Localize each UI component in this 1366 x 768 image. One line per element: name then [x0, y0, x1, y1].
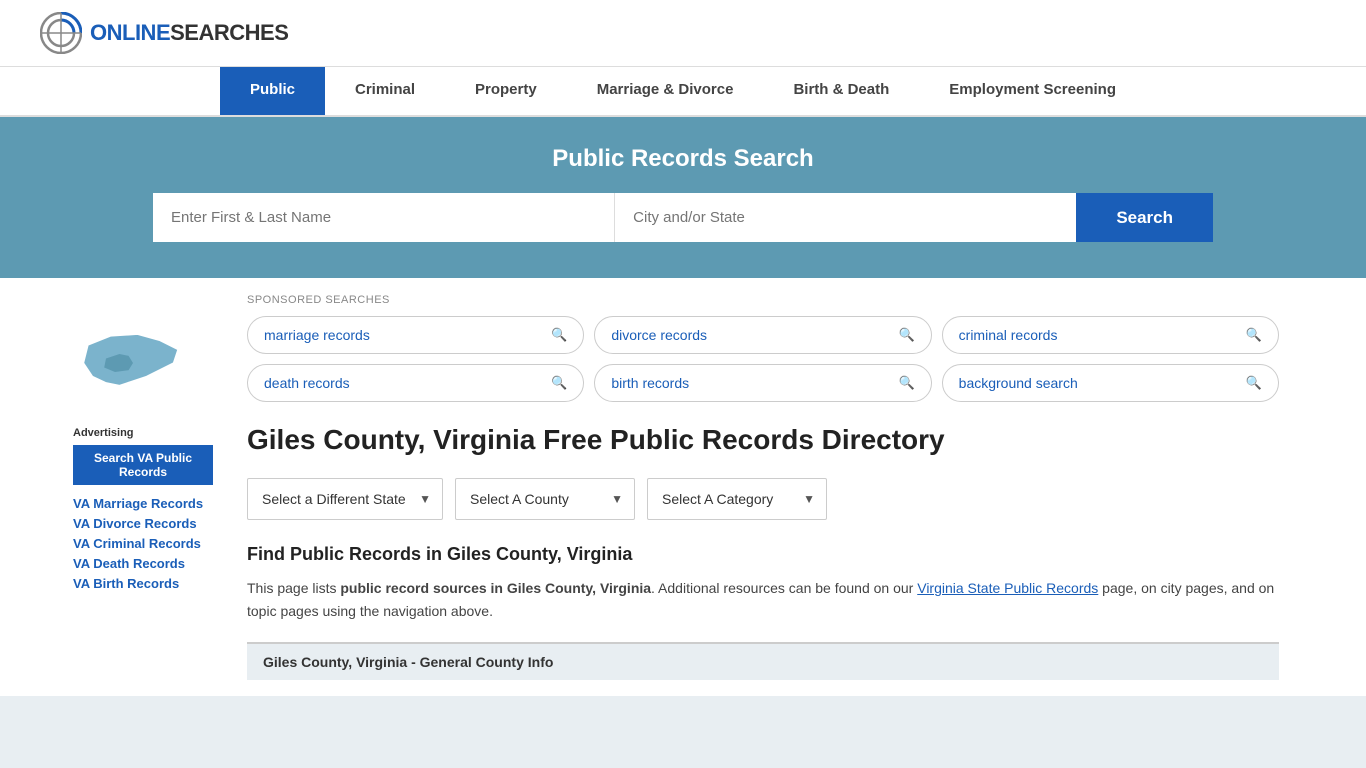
pill-background[interactable]: background search 🔍 — [942, 364, 1279, 402]
pills-grid: marriage records 🔍 divorce records 🔍 cri… — [247, 316, 1279, 402]
list-item: VA Death Records — [73, 555, 213, 571]
county-info-bar: Giles County, Virginia - General County … — [247, 642, 1279, 680]
nav-employment[interactable]: Employment Screening — [919, 67, 1146, 115]
page-heading: Giles County, Virginia Free Public Recor… — [247, 422, 1279, 458]
find-records-title: Find Public Records in Giles County, Vir… — [247, 544, 1279, 565]
pill-marriage[interactable]: marriage records 🔍 — [247, 316, 584, 354]
site-header: ONLINESEARCHES — [0, 0, 1366, 67]
ad-button[interactable]: Search VA Public Records — [73, 445, 213, 485]
hero-section: Public Records Search Search — [0, 117, 1366, 278]
pill-text: birth records — [611, 375, 689, 391]
county-dropdown[interactable]: Select A County — [455, 478, 635, 520]
advertising-label: Advertising — [73, 427, 213, 439]
pill-text: death records — [264, 375, 350, 391]
list-item: VA Criminal Records — [73, 535, 213, 551]
va-divorce-link[interactable]: VA Divorce Records — [73, 516, 197, 531]
nav-public[interactable]: Public — [220, 67, 325, 115]
pill-divorce[interactable]: divorce records 🔍 — [594, 316, 931, 354]
state-dropdown-wrapper: Select a Different State ▼ — [247, 478, 443, 520]
text-bold: public record sources in Giles County, V… — [340, 580, 651, 596]
virginia-records-link[interactable]: Virginia State Public Records — [917, 580, 1098, 596]
state-map — [73, 318, 213, 411]
logo-text: ONLINESEARCHES — [90, 20, 288, 46]
va-birth-link[interactable]: VA Birth Records — [73, 576, 179, 591]
category-dropdown-wrapper: Select A Category ▼ — [647, 478, 827, 520]
pill-text: divorce records — [611, 327, 707, 343]
search-icon: 🔍 — [898, 375, 914, 391]
filter-dropdowns: Select a Different State ▼ Select A Coun… — [247, 478, 1279, 520]
search-icon: 🔍 — [551, 375, 567, 391]
virginia-map — [73, 318, 193, 408]
list-item: VA Birth Records — [73, 575, 213, 591]
main-nav: Public Criminal Property Marriage & Divo… — [0, 67, 1366, 117]
search-icon: 🔍 — [551, 327, 567, 343]
nav-birth-death[interactable]: Birth & Death — [763, 67, 919, 115]
find-records-text: This page lists public record sources in… — [247, 577, 1279, 622]
search-button[interactable]: Search — [1076, 193, 1213, 242]
county-info-title: Giles County, Virginia - General County … — [263, 654, 1263, 670]
list-item: VA Marriage Records — [73, 495, 213, 511]
pill-death[interactable]: death records 🔍 — [247, 364, 584, 402]
category-dropdown[interactable]: Select A Category — [647, 478, 827, 520]
pill-text: background search — [959, 375, 1078, 391]
nav-property[interactable]: Property — [445, 67, 567, 115]
list-item: VA Divorce Records — [73, 515, 213, 531]
nav-criminal[interactable]: Criminal — [325, 67, 445, 115]
search-icon: 🔍 — [1246, 375, 1262, 391]
location-input[interactable] — [615, 193, 1076, 242]
sponsored-section: SPONSORED SEARCHES marriage records 🔍 di… — [247, 294, 1279, 402]
sponsored-label: SPONSORED SEARCHES — [247, 294, 1279, 306]
state-dropdown[interactable]: Select a Different State — [247, 478, 443, 520]
va-criminal-link[interactable]: VA Criminal Records — [73, 536, 201, 551]
text-part1: This page lists — [247, 580, 340, 596]
county-dropdown-wrapper: Select A County ▼ — [455, 478, 635, 520]
pill-birth[interactable]: birth records 🔍 — [594, 364, 931, 402]
search-bar: Search — [153, 193, 1213, 242]
pill-text: marriage records — [264, 327, 370, 343]
logo-icon — [40, 12, 82, 54]
pill-text: criminal records — [959, 327, 1058, 343]
va-marriage-link[interactable]: VA Marriage Records — [73, 496, 203, 511]
logo[interactable]: ONLINESEARCHES — [40, 12, 288, 54]
name-input[interactable] — [153, 193, 615, 242]
search-icon: 🔍 — [1246, 327, 1262, 343]
text-part2: . Additional resources can be found on o… — [651, 580, 917, 596]
pill-criminal[interactable]: criminal records 🔍 — [942, 316, 1279, 354]
hero-title: Public Records Search — [40, 145, 1326, 173]
search-icon: 🔍 — [898, 327, 914, 343]
sidebar-links: VA Marriage Records VA Divorce Records V… — [73, 495, 213, 591]
nav-marriage-divorce[interactable]: Marriage & Divorce — [567, 67, 764, 115]
main-content: SPONSORED SEARCHES marriage records 🔍 di… — [223, 278, 1303, 696]
sidebar: Advertising Search VA Public Records VA … — [63, 278, 223, 696]
va-death-link[interactable]: VA Death Records — [73, 556, 185, 571]
find-records-section: Find Public Records in Giles County, Vir… — [247, 544, 1279, 622]
